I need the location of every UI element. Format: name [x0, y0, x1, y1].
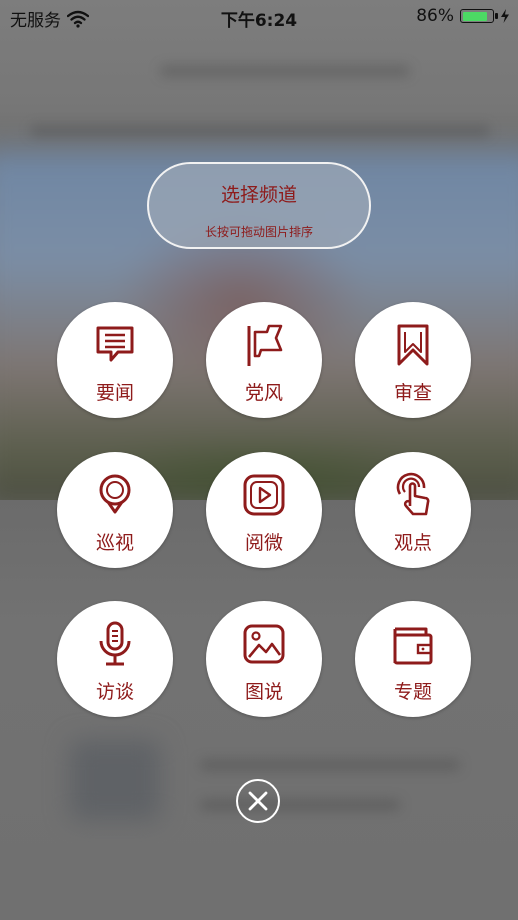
page-title: 选择频道: [220, 184, 297, 206]
battery-icon: [460, 9, 498, 23]
channel-opinion[interactable]: 观点: [355, 452, 471, 568]
battery-percent: 86%: [416, 6, 454, 26]
folder-wallet-icon: [393, 627, 433, 665]
close-icon: [248, 791, 268, 811]
channel-label: 审查: [393, 382, 432, 404]
channel-label: 巡视: [95, 532, 134, 554]
channel-special-topic[interactable]: 专题: [355, 601, 471, 717]
microphone-icon: [99, 621, 131, 666]
battery-status: 86%: [416, 6, 510, 26]
channel-party-conduct[interactable]: 党风: [206, 302, 322, 418]
page-hint: 长按可拖动图片排序: [204, 225, 313, 239]
close-button[interactable]: [236, 779, 280, 823]
channel-label: 要闻: [95, 382, 134, 404]
status-bar: 无服务 下午6:24 86%: [0, 0, 518, 36]
channel-label: 访谈: [95, 681, 134, 703]
channel-label: 专题: [393, 681, 432, 703]
channel-interview[interactable]: 访谈: [57, 601, 173, 717]
charging-bolt-icon: [501, 9, 509, 23]
news-chat-icon: [96, 326, 134, 362]
battery-level: [462, 11, 488, 21]
flag-icon: [247, 324, 283, 366]
image-icon: [243, 624, 285, 664]
location-pin-icon: [99, 474, 131, 514]
touch-gesture-icon: [396, 472, 430, 516]
channel-label: 党风: [244, 382, 283, 404]
channel-micro-read[interactable]: 阅微: [206, 452, 322, 568]
play-video-icon: [243, 474, 285, 516]
channel-label: 图说: [244, 681, 283, 703]
channel-picture-story[interactable]: 图说: [206, 601, 322, 717]
channel-label: 观点: [393, 532, 432, 554]
channel-selector-header: 选择频道 长按可拖动图片排序: [147, 162, 371, 249]
channel-inspection[interactable]: 巡视: [57, 452, 173, 568]
channel-label: 阅微: [244, 532, 283, 554]
channel-news[interactable]: 要闻: [57, 302, 173, 418]
channel-review[interactable]: 审查: [355, 302, 471, 418]
bookmark-icon: [397, 324, 429, 366]
